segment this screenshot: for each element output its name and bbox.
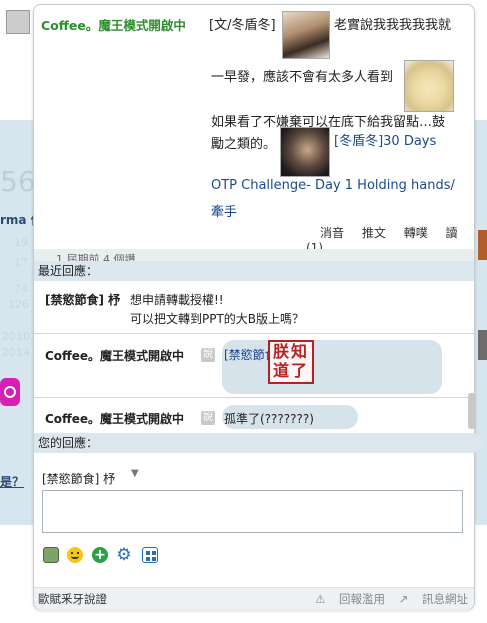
comments-scrollbar[interactable]	[468, 393, 476, 429]
reply-as-user[interactable]: [禁慾節食] 杼	[42, 470, 115, 487]
post-text: 老實說我我我我我就	[334, 18, 452, 33]
post-link[interactable]: [冬盾冬]30 Days	[334, 130, 436, 149]
post-text: [文/冬盾冬]	[209, 18, 276, 33]
post-link[interactable]: OTP Challenge- Day 1 Holding hands/	[211, 178, 455, 193]
background-thumbnail	[478, 330, 487, 360]
background-number: 56	[0, 165, 36, 198]
comment-item: Coffee。魔王模式開啟中 說 [禁慾節食] 杼:	[34, 335, 474, 398]
background-avatar	[6, 10, 30, 34]
plurk-popup: Coffee。魔王模式開啟中 [文/冬盾冬] 老實說我我我我我就 一早發，應該不…	[33, 4, 482, 610]
post-image[interactable]	[404, 60, 454, 112]
message-url-label: 訊息網址	[422, 592, 468, 606]
background-stat: 17	[14, 256, 28, 269]
smile-icon[interactable]	[67, 547, 83, 563]
comment-author[interactable]: Coffee。魔王模式開啟中	[45, 347, 184, 364]
recent-responses-header: 最近回應：	[34, 261, 474, 281]
comment-item: Coffee。魔王模式開啟中 說 孤準了(???????)	[34, 399, 474, 433]
stamp-text: 朕知道了	[272, 342, 309, 380]
post-link[interactable]: 牽手	[211, 201, 237, 220]
background-stat: 74	[14, 283, 28, 296]
comment-list: [禁慾節食] 杼 想申請轉載授權!! 可以把文轉到PPT的大B版上嗎？ Coff…	[34, 283, 474, 433]
comment-author[interactable]: Coffee。魔王模式開啟中	[45, 410, 184, 427]
report-abuse-link[interactable]: ⚠ 回報濫用	[315, 592, 385, 606]
post-image[interactable]	[280, 127, 330, 177]
reply-input[interactable]	[42, 490, 463, 533]
plus-icon[interactable]: +	[92, 547, 108, 563]
chevron-down-icon[interactable]: ▼	[131, 468, 139, 479]
stamp-image[interactable]: 朕知道了	[268, 340, 314, 384]
mute-button[interactable]: 消音	[320, 226, 344, 240]
comment-text: 想申請轉載授權!!	[130, 293, 224, 307]
popup-footer: 歐賦釆牙說證 ⚠ 回報濫用 ↗ 訊息網址	[34, 587, 474, 610]
comment-text: 孤準了(???????)	[224, 412, 314, 426]
background-stat: 126	[8, 298, 29, 311]
gear-icon[interactable]: ⚙	[116, 547, 132, 564]
your-response-header: 您的回應：	[34, 433, 482, 453]
background-stat: 2014	[2, 346, 30, 359]
background-stat: 2010	[2, 330, 30, 343]
comment-author[interactable]: [禁慾節食] 杼	[45, 291, 120, 308]
post-text: 勵之類的。	[211, 137, 277, 152]
comment-item: [禁慾節食] 杼 想申請轉載授權!! 可以把文轉到PPT的大B版上嗎？	[34, 283, 474, 334]
comment-text: 可以把文轉到PPT的大B版上嗎？	[130, 312, 305, 326]
footer-links: ⚠ 回報濫用 ↗ 訊息網址	[305, 588, 468, 610]
background-badge-icon[interactable]	[0, 378, 20, 406]
replurk-button[interactable]: 轉噗	[404, 226, 428, 240]
message-url-link[interactable]: ↗ 訊息網址	[399, 592, 468, 606]
background-stat: 19	[14, 236, 28, 249]
background-link[interactable]: 是？	[0, 473, 24, 490]
post-text: 一早發，應該不會有太多人看到	[211, 70, 394, 85]
plurk-post: Coffee。魔王模式開啟中 [文/冬盾冬] 老實說我我我我我就 一早發，應該不…	[34, 5, 474, 263]
background-thumbnail	[478, 230, 487, 260]
report-abuse-label: 回報濫用	[339, 592, 386, 606]
photo-icon[interactable]	[43, 547, 59, 563]
say-badge: 說	[201, 411, 215, 425]
grid-icon[interactable]	[142, 547, 158, 563]
post-image[interactable]	[282, 11, 330, 59]
post-author[interactable]: Coffee。魔王模式開啟中	[41, 15, 186, 34]
share-button[interactable]: 推文	[362, 226, 386, 240]
say-badge: 說	[201, 348, 215, 362]
footer-text: 歐賦釆牙說證	[38, 592, 107, 606]
